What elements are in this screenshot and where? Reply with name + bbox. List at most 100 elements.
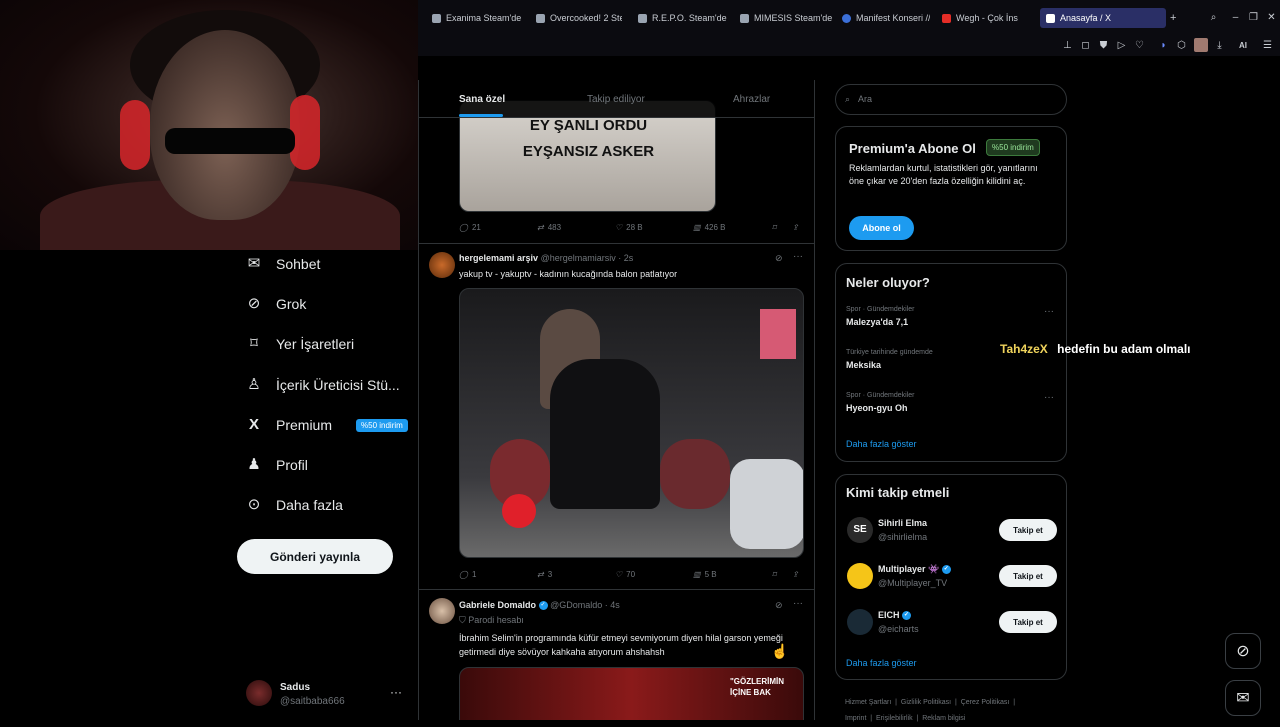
camera-icon[interactable]: ◻ — [1080, 40, 1091, 51]
reply-button[interactable]: ◯ 1 — [459, 570, 476, 579]
view-count: 5 B — [704, 570, 717, 579]
footer-link[interactable]: Erişilebilirlik — [876, 715, 913, 722]
nav-item-creator-studio[interactable]: ♙ İçerik Üreticisi Stü... — [246, 373, 399, 397]
tab-label: Wegh - Çok İns — [956, 13, 1018, 23]
nav-item-grok[interactable]: ⊘ Grok — [246, 292, 307, 316]
footer-link[interactable]: Reklam bilgisi — [922, 715, 965, 722]
avatar[interactable]: SE — [847, 517, 873, 543]
tweet-time[interactable]: · 4s — [605, 600, 620, 610]
new-tab-button[interactable]: + — [1170, 8, 1182, 28]
grok-icon[interactable]: ⊘ — [775, 600, 783, 611]
nav-item-profile[interactable]: ♟ Profil — [246, 453, 308, 477]
author-name[interactable]: hergelemami arşiv — [459, 253, 538, 263]
nav-item-bookmarks[interactable]: ⌑ Yer İşaretleri — [246, 332, 354, 356]
maximize-icon[interactable]: ❐ — [1248, 12, 1259, 23]
tab-following[interactable]: Takip ediliyor — [587, 94, 645, 105]
bookmark-button[interactable]: ⌑ — [772, 570, 776, 579]
user-handle[interactable]: @sihirlielma — [878, 532, 927, 542]
more-icon[interactable]: ··· — [390, 685, 402, 699]
retweet-button[interactable]: ⇄ 483 — [537, 223, 561, 232]
browser-tab[interactable]: Exanima Steam'de — [432, 8, 528, 28]
avatar[interactable] — [429, 252, 455, 278]
user-handle[interactable]: @Multiplayer_TV — [878, 578, 947, 588]
views-button[interactable]: ▥ 5 B — [693, 570, 717, 579]
cube-icon[interactable]: ⬡ — [1176, 40, 1187, 51]
more-icon[interactable]: ··· — [1044, 392, 1054, 403]
play-icon[interactable]: ▷ — [1116, 40, 1127, 51]
author-name[interactable]: Gabriele Domaldo — [459, 600, 536, 610]
author-handle[interactable]: @hergelmamiarsiv — [541, 253, 616, 263]
nav-item-premium[interactable]: X Premium %50 indirim — [246, 413, 408, 437]
trend-item[interactable]: Türkiye tarihinde gündemde Meksika — [846, 349, 933, 370]
trend-item[interactable]: Spor · Gündemdekiler Malezya'da 7,1 — [846, 306, 914, 327]
tweet-actions: ◯ 1 ⇄ 3 ♡ 70 ▥ 5 B ⌑ ⇪ — [459, 568, 799, 582]
share-button[interactable]: ⇪ — [792, 570, 799, 579]
follow-button[interactable]: Takip et — [999, 565, 1057, 587]
browser-tab[interactable]: Overcooked! 2 Ste — [536, 8, 622, 28]
tweet-video[interactable] — [459, 288, 804, 558]
ai-button[interactable]: AI — [1234, 40, 1252, 51]
like-button[interactable]: ♡ 28 B — [615, 223, 643, 232]
post-button[interactable]: Gönderi yayınla — [237, 539, 393, 574]
avatar[interactable] — [847, 563, 873, 589]
avatar[interactable] — [847, 609, 873, 635]
trends-title: Neler oluyor? — [846, 275, 930, 290]
follow-button[interactable]: Takip et — [999, 519, 1057, 541]
user-name-row[interactable]: EICH ✓ — [878, 610, 912, 621]
show-more-link[interactable]: Daha fazla göster — [846, 658, 917, 668]
bookmark-button[interactable]: ⌑ — [772, 223, 776, 232]
user-name-row[interactable]: Multiplayer 👾 ✓ — [878, 564, 951, 575]
trend-item[interactable]: Spor · Gündemdekiler Hyeon-gyu Oh — [846, 392, 914, 413]
avatar[interactable] — [429, 598, 455, 624]
search-icon[interactable]: ⌕ — [1208, 12, 1219, 23]
audio-icon[interactable]: ◗ — [1158, 40, 1169, 51]
reply-button[interactable]: ◯ 21 — [459, 223, 481, 232]
heart-icon[interactable]: ♡ — [1134, 40, 1145, 51]
user-name[interactable]: Sihirli Elma — [878, 518, 927, 528]
nav-item-chat[interactable]: ✉ Sohbet — [246, 252, 321, 276]
show-more-link[interactable]: Daha fazla göster — [846, 439, 917, 449]
shield-icon[interactable]: ⛊ — [1098, 40, 1109, 51]
download-icon[interactable]: ⤓ — [1214, 40, 1225, 51]
user-handle[interactable]: @eicharts — [878, 624, 919, 634]
grok-floating-button[interactable]: ⊘ — [1225, 633, 1261, 669]
retweet-button[interactable]: ⇄ 3 — [537, 570, 552, 579]
browser-tab[interactable]: MIMESIS Steam'de — [740, 8, 832, 28]
tab-ahrazlar[interactable]: Ahrazlar — [733, 94, 770, 105]
account-switcher[interactable]: Sadus @saitbaba666 ··· — [246, 680, 406, 712]
search-input[interactable]: Ara — [835, 84, 1067, 115]
tweet-media[interactable]: "GÖZLERİMİN İÇİNE BAK — [459, 667, 804, 720]
follow-button[interactable]: Takip et — [999, 611, 1057, 633]
menu-icon[interactable]: ☰ — [1262, 40, 1273, 51]
premium-title: Premium'a Abone Ol — [849, 141, 976, 156]
view-count: 426 B — [704, 223, 726, 232]
browser-tab[interactable]: Manifest Konseri // — [842, 8, 930, 28]
browser-tab[interactable]: Wegh - Çok İns — [942, 8, 1034, 28]
author-handle[interactable]: @GDomaldo — [550, 600, 602, 610]
footer-link[interactable]: Hizmet Şartları — [845, 699, 891, 706]
browser-tab-active[interactable]: Anasayfa / X — [1040, 8, 1166, 28]
grok-icon[interactable]: ⊘ — [775, 253, 783, 264]
more-icon[interactable]: ··· — [793, 598, 803, 609]
nav-item-more[interactable]: ⊙ Daha fazla — [246, 493, 343, 517]
more-icon[interactable]: ··· — [793, 251, 803, 262]
footer-link[interactable]: Çerez Politikası — [961, 699, 1010, 706]
tweet-time[interactable]: · 2s — [618, 253, 633, 263]
views-button[interactable]: ▥ 426 B — [693, 223, 725, 232]
browser-tab[interactable]: R.E.P.O. Steam'de — [638, 8, 730, 28]
pin-icon[interactable]: ⊥ — [1062, 40, 1073, 51]
messages-floating-button[interactable]: ✉ — [1225, 680, 1261, 716]
footer-link[interactable]: Gizlilik Politikası — [901, 699, 951, 706]
tab-for-you[interactable]: Sana özel — [459, 94, 505, 105]
minimize-icon[interactable]: – — [1230, 12, 1241, 23]
profile-avatar-icon[interactable] — [1194, 38, 1208, 52]
bookmark-icon: ⌑ — [772, 223, 777, 232]
close-icon[interactable]: ✕ — [1266, 12, 1277, 23]
more-icon[interactable]: ··· — [1044, 306, 1054, 317]
active-tab-indicator — [459, 114, 503, 117]
subscribe-button[interactable]: Abone ol — [849, 216, 914, 240]
tweet-divider — [419, 243, 814, 244]
like-button[interactable]: ♡ 70 — [615, 570, 635, 579]
footer-link[interactable]: Imprint — [845, 715, 866, 722]
share-button[interactable]: ⇪ — [792, 223, 799, 232]
